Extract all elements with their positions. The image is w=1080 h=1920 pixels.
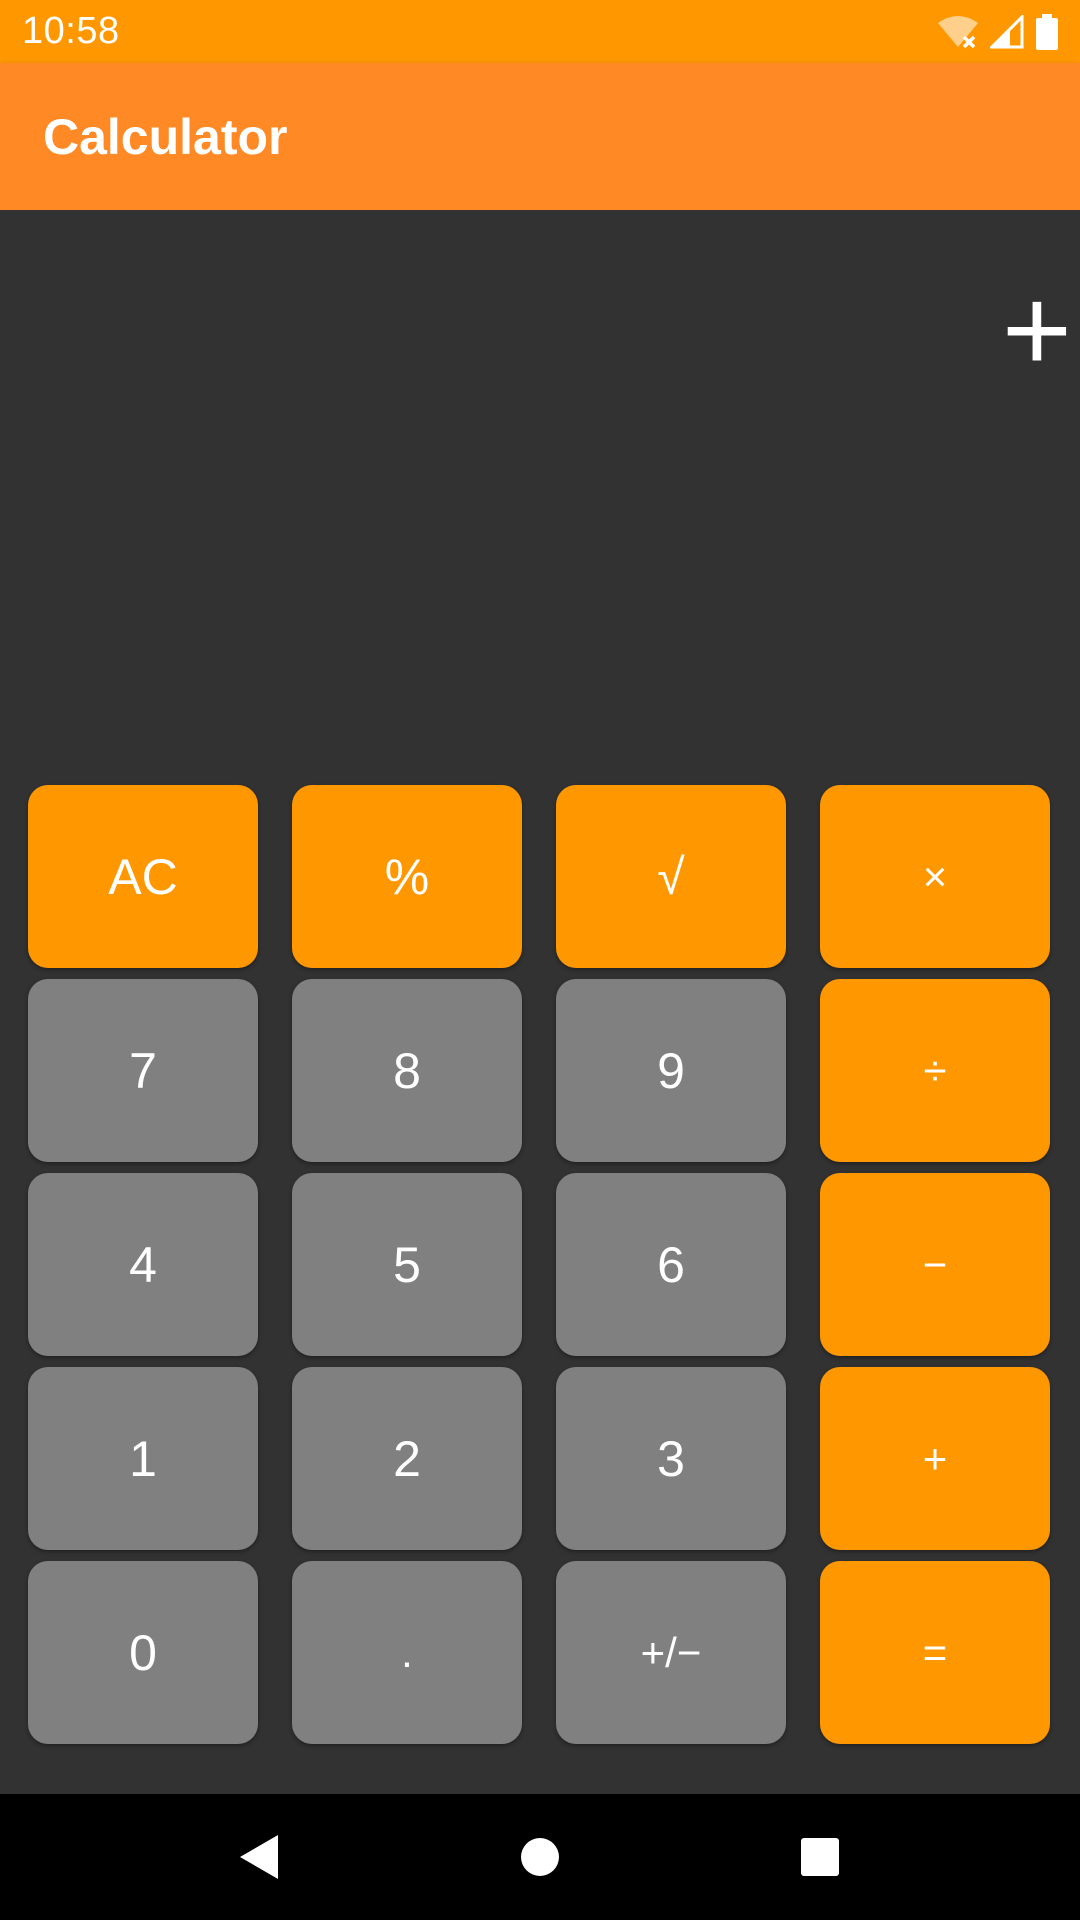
digit-1-button[interactable]: 1 <box>28 1367 258 1550</box>
signal-icon <box>990 14 1024 49</box>
digit-6-button[interactable]: 6 <box>556 1173 786 1356</box>
equals-button[interactable]: = <box>820 1561 1050 1744</box>
home-icon[interactable] <box>495 1812 585 1902</box>
digit-8-button[interactable]: 8 <box>292 979 522 1162</box>
status-time: 10:58 <box>22 10 120 52</box>
status-bar: 10:58 <box>0 0 1080 63</box>
digit-0-button[interactable]: 0 <box>28 1561 258 1744</box>
add-button[interactable]: + <box>820 1367 1050 1550</box>
multiply-button[interactable]: × <box>820 785 1050 968</box>
status-icons <box>938 13 1058 50</box>
battery-icon <box>1036 13 1058 50</box>
back-icon[interactable] <box>215 1812 305 1902</box>
display-text: + <box>1001 263 1072 397</box>
navigation-bar <box>0 1794 1080 1920</box>
digit-5-button[interactable]: 5 <box>292 1173 522 1356</box>
percent-button[interactable]: % <box>292 785 522 968</box>
clear-button[interactable]: AC <box>28 785 258 968</box>
divide-button[interactable]: ÷ <box>820 979 1050 1162</box>
wifi-off-icon <box>938 15 978 49</box>
digit-2-button[interactable]: 2 <box>292 1367 522 1550</box>
digit-9-button[interactable]: 9 <box>556 979 786 1162</box>
app-title: Calculator <box>43 108 288 165</box>
digit-3-button[interactable]: 3 <box>556 1367 786 1550</box>
keypad: AC % √ × 7 8 9 ÷ 4 5 6 − 1 2 3 + 0 . +/−… <box>28 785 1052 1744</box>
calculator-display: + <box>0 210 1080 770</box>
negate-button[interactable]: +/− <box>556 1561 786 1744</box>
sqrt-button[interactable]: √ <box>556 785 786 968</box>
digit-4-button[interactable]: 4 <box>28 1173 258 1356</box>
decimal-button[interactable]: . <box>292 1561 522 1744</box>
digit-7-button[interactable]: 7 <box>28 979 258 1162</box>
subtract-button[interactable]: − <box>820 1173 1050 1356</box>
app-bar: Calculator <box>0 63 1080 210</box>
recents-icon[interactable] <box>775 1812 865 1902</box>
